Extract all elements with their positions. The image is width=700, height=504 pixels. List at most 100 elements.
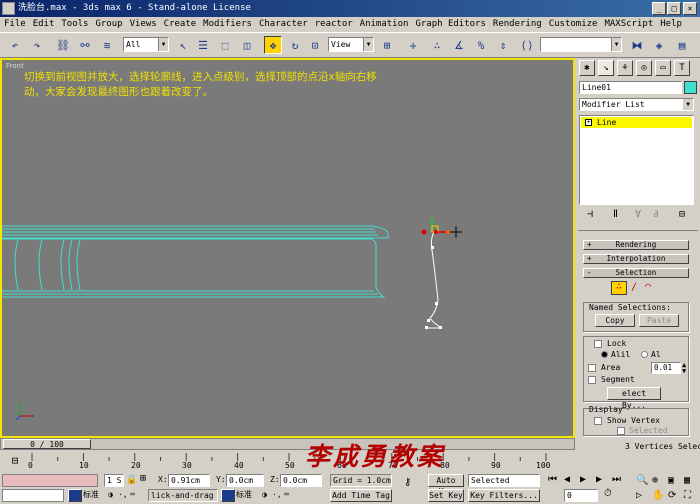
trackbar-toggle-icon[interactable]: ⊟ (6, 454, 24, 468)
select-scale-icon[interactable]: ⊡ (306, 36, 324, 54)
menu-tools[interactable]: Tools (61, 19, 88, 29)
motion-tab-icon[interactable]: ◎ (636, 60, 652, 76)
menu-customize[interactable]: Customize (549, 19, 598, 29)
y-coord-input[interactable]: 0.0cm (226, 474, 264, 487)
fov-icon[interactable]: ▷ (636, 491, 642, 501)
time-slider-thumb[interactable]: 0 / 100 (3, 439, 91, 449)
menu-reactor[interactable]: reactor (315, 19, 353, 29)
zoom-all-icon[interactable]: ⊕ (652, 476, 658, 486)
vertex-level-icon[interactable]: ∴ (611, 281, 627, 295)
unlink-icon[interactable]: ⚯ (76, 36, 94, 54)
rect-selection-icon[interactable]: ⬚ (216, 36, 234, 54)
ime-punct-icon-2[interactable]: ·, (272, 490, 282, 500)
ime-keyboard-icon-2[interactable]: ⌨ (284, 490, 289, 500)
menu-edit[interactable]: Edit (33, 19, 55, 29)
utilities-tab-icon[interactable]: T (674, 60, 690, 76)
menu-views[interactable]: Views (130, 19, 157, 29)
time-slider[interactable]: 0 / 100 (0, 438, 575, 450)
current-frame-input[interactable]: 0 (564, 489, 598, 502)
select-move-icon[interactable]: ✥ (264, 36, 282, 54)
percent-snap-icon[interactable]: % (472, 36, 490, 54)
select-link-icon[interactable]: ⛓ (54, 36, 72, 54)
ime-moon-icon-2[interactable]: ◑ (262, 490, 267, 500)
absolute-mode-icon[interactable]: ⊞ (140, 474, 146, 484)
create-tab-icon[interactable]: ✱ (579, 60, 595, 76)
front-viewport[interactable]: Front 切换到前视图并放大，选择轮廓线，进入点级别，选择顶部的点沿x轴向右移… (0, 58, 575, 438)
maximize-button[interactable]: □ (667, 2, 681, 15)
select-by-name-icon[interactable]: ☰ (194, 36, 212, 54)
auto-key-button[interactable]: Auto Key (428, 474, 464, 496)
window-crossing-icon[interactable]: ◫ (238, 36, 256, 54)
make-unique-icon[interactable]: ∀ (635, 210, 641, 220)
stack-item-line[interactable]: + Line (581, 117, 692, 128)
spinner-snap-icon[interactable]: ⇕ (494, 36, 512, 54)
modifier-list-select[interactable]: Modifier List ▼ (579, 98, 694, 111)
alike-radio[interactable] (601, 351, 608, 358)
spline-level-icon[interactable]: ⌒ (645, 282, 651, 292)
time-config-icon[interactable]: ⏱ (604, 489, 612, 499)
lock-icon[interactable]: 🔒 (126, 475, 137, 485)
add-time-tag-button[interactable]: Add Time Tag (330, 489, 392, 502)
snap-toggle-icon[interactable]: ∴ (428, 36, 446, 54)
ime-icon-2[interactable] (221, 489, 235, 502)
area-selection-checkbox[interactable] (588, 364, 596, 372)
undo-icon[interactable]: ↶ (6, 36, 24, 54)
hierarchy-tab-icon[interactable]: ⚘ (617, 60, 633, 76)
display-tab-icon[interactable]: ▭ (655, 60, 671, 76)
select-by-button[interactable]: elect By... (607, 387, 661, 410)
zoom-extents-icon[interactable]: ▣ (668, 476, 674, 486)
menu-rendering[interactable]: Rendering (493, 19, 542, 29)
key-filters-button[interactable]: Key Filters... (468, 489, 540, 502)
rollout-rendering[interactable]: + Rendering (583, 240, 689, 250)
goto-end-icon[interactable]: ⏭ (612, 475, 621, 485)
named-selection-icon[interactable]: ⟨⟩ (518, 36, 536, 54)
rollout-selection[interactable]: - Selection (583, 268, 689, 278)
ref-coord-select[interactable]: View ▼ (328, 37, 374, 52)
named-selection-select[interactable]: ▼ (540, 37, 622, 52)
key-icon[interactable]: ⚷ (404, 478, 411, 488)
select-object-icon[interactable]: ↖ (174, 36, 192, 54)
prev-frame-icon[interactable]: ◀ (564, 475, 570, 485)
modifier-stack[interactable]: + Line (579, 115, 694, 205)
modify-tab-icon[interactable]: ↘ (598, 60, 614, 76)
object-name-field[interactable]: Line01 (579, 81, 682, 94)
set-key-button[interactable]: Set Key (428, 489, 464, 502)
z-coord-input[interactable]: 0.0cm (280, 474, 322, 487)
menu-group[interactable]: Group (95, 19, 122, 29)
arc-rotate-icon[interactable]: ⟳ (668, 491, 676, 501)
menu-create[interactable]: Create (164, 19, 197, 29)
rollout-interpolation[interactable]: + Interpolation (583, 254, 689, 264)
expand-icon[interactable]: + (585, 119, 592, 126)
segment-level-icon[interactable]: ∕ (631, 283, 637, 293)
maximize-viewport-icon[interactable]: ⛶ (684, 491, 691, 501)
show-end-result-icon[interactable]: Ⅱ (613, 210, 618, 220)
x-coord-input[interactable]: 0.91cm (168, 474, 210, 487)
selection-filter-select[interactable]: All ▼ (123, 37, 169, 52)
track-bar[interactable]: 0 10 20 30 40 50 60 70 80 90 100 (28, 451, 575, 473)
area-value-input[interactable]: 0.01 (651, 362, 681, 374)
configure-sets-icon[interactable]: ⊟ (679, 210, 685, 220)
goto-start-icon[interactable]: ⏮ (548, 475, 557, 485)
ime-icon[interactable] (68, 489, 82, 502)
menu-animation[interactable]: Animation (360, 19, 409, 29)
key-mode-select[interactable]: Selected (468, 474, 540, 487)
align-icon[interactable]: ◈ (650, 36, 668, 54)
layer-manager-icon[interactable]: ▤ (673, 36, 691, 54)
select-rotate-icon[interactable]: ↻ (286, 36, 304, 54)
mirror-icon[interactable]: ⧓ (628, 36, 646, 54)
minimize-button[interactable]: _ (652, 2, 666, 15)
menu-maxscript[interactable]: MAXScript (604, 19, 653, 29)
menu-graph-editors[interactable]: Graph Editors (415, 19, 485, 29)
area-spinner-icon[interactable]: ▲ ▼ (682, 362, 686, 375)
menu-help[interactable]: Help (660, 19, 682, 29)
zoom-extents-all-icon[interactable]: ▦ (684, 476, 690, 486)
selected-only-checkbox[interactable] (617, 427, 625, 435)
manipulate-icon[interactable]: ✛ (404, 36, 422, 54)
segment-end-checkbox[interactable] (588, 376, 596, 384)
zoom-icon[interactable]: 🔍 (636, 476, 648, 486)
next-frame-icon[interactable]: ▶ (596, 475, 602, 485)
object-color-swatch[interactable] (684, 81, 697, 94)
maxscript-listener[interactable] (2, 474, 98, 487)
ime-punct-icon[interactable]: ·, (118, 490, 128, 500)
ime-moon-icon[interactable]: ◑ (108, 490, 113, 500)
